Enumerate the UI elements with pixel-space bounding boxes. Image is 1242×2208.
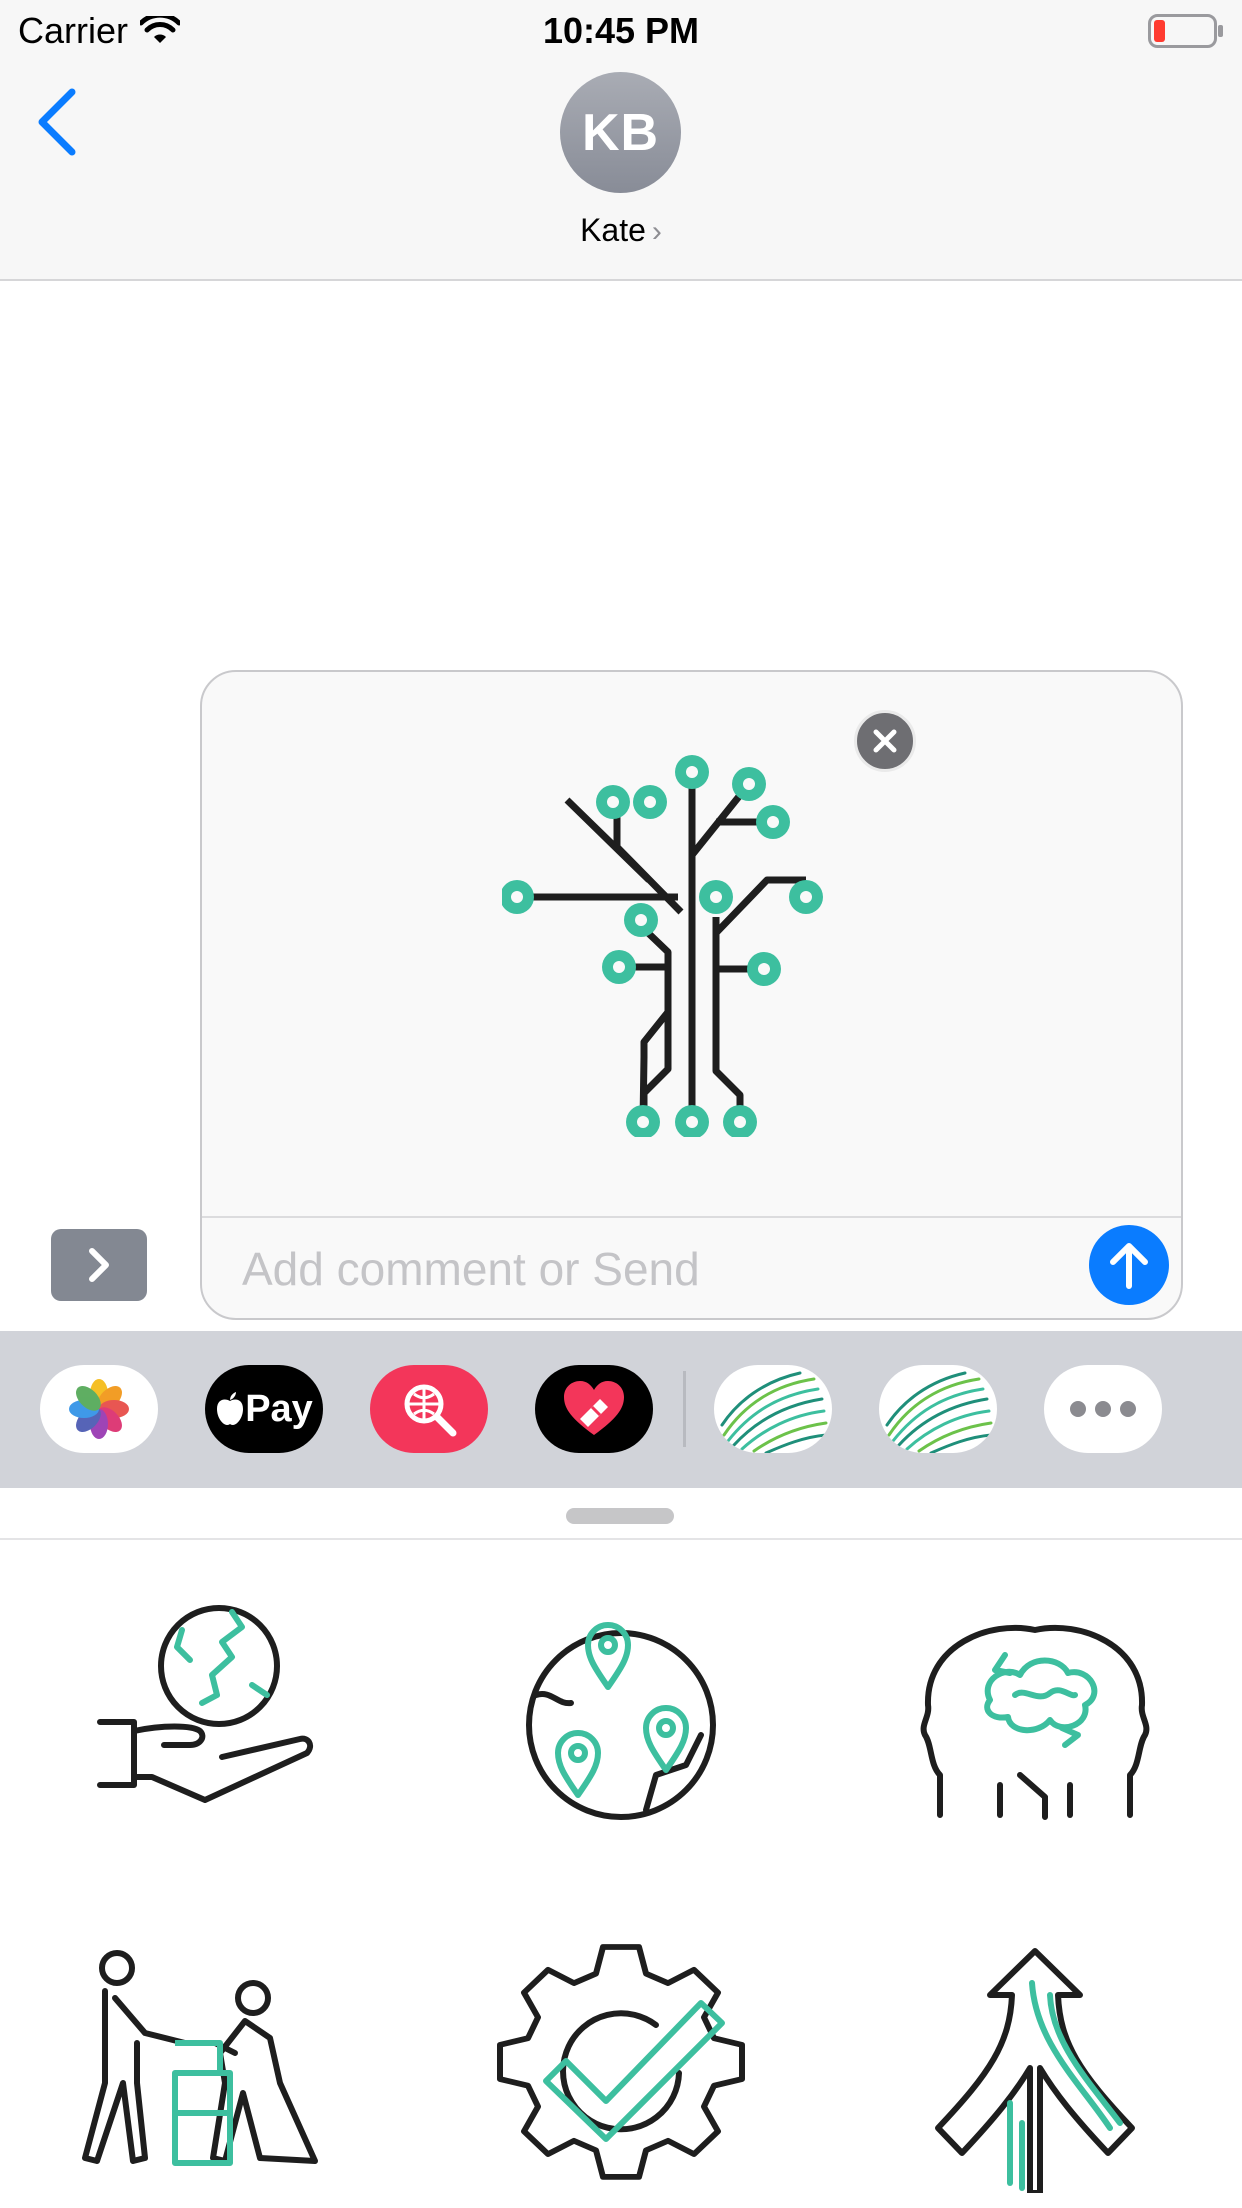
- chevron-left-icon: [38, 88, 76, 156]
- fingerprint-sticker-app-button[interactable]: [714, 1365, 832, 1453]
- conversation-header: Carrier 10:45 PM KB Kate ›: [0, 0, 1242, 281]
- panel-grabber[interactable]: [566, 1508, 674, 1524]
- apple-pay-app-button[interactable]: Pay: [205, 1365, 323, 1453]
- sticker-panel: [0, 1488, 1242, 2208]
- gear-checkmark-sticker[interactable]: [496, 1943, 746, 2193]
- search-globe-icon: [404, 1384, 457, 1437]
- app-drawer-separator: [683, 1371, 686, 1447]
- expand-apps-button[interactable]: [51, 1229, 147, 1301]
- search-globe-app-button[interactable]: [370, 1365, 488, 1453]
- back-button[interactable]: [30, 80, 90, 160]
- more-icon: [1070, 1401, 1136, 1417]
- battery-low-icon: [1148, 14, 1223, 48]
- hand-holding-globe-sticker[interactable]: [82, 1585, 332, 1835]
- panel-divider: [0, 1538, 1242, 1540]
- two-heads-brain-sticker[interactable]: [910, 1585, 1160, 1835]
- remove-attachment-button[interactable]: [854, 710, 916, 772]
- circuit-tree-sticker: [502, 755, 823, 1137]
- contact-avatar[interactable]: KB: [560, 72, 681, 193]
- fingerprint-sticker-app-icon: [885, 1371, 993, 1453]
- close-icon: [873, 729, 897, 753]
- status-time: 10:45 PM: [542, 10, 700, 51]
- people-moving-boxes-sticker[interactable]: [75, 1943, 325, 2193]
- globe-location-pins-sticker[interactable]: [496, 1585, 746, 1835]
- apple-pay-icon: Pay: [215, 1388, 313, 1431]
- compose-divider: [202, 1216, 1181, 1218]
- apple-logo-icon: [217, 1392, 244, 1425]
- apple-pay-label: Pay: [245, 1387, 313, 1430]
- app-drawer: Pay: [0, 1331, 1242, 1488]
- photos-icon: [69, 1379, 129, 1439]
- heart-app-icon: [564, 1381, 624, 1435]
- arrow-up-icon: [1110, 1243, 1148, 1289]
- chevron-right-icon: [89, 1248, 109, 1282]
- contact-name-button[interactable]: Kate ›: [0, 210, 1242, 252]
- fingerprint-sticker-app-icon: [720, 1371, 828, 1453]
- heart-app-button[interactable]: [535, 1365, 653, 1453]
- comment-input[interactable]: [240, 1228, 1064, 1310]
- contact-name: Kate: [580, 212, 646, 248]
- merging-arrows-sticker[interactable]: [910, 1943, 1160, 2193]
- fingerprint-sticker-app-button-2[interactable]: [879, 1365, 997, 1453]
- chevron-right-icon: ›: [651, 215, 662, 248]
- more-apps-button[interactable]: [1044, 1365, 1162, 1453]
- send-button[interactable]: [1089, 1225, 1169, 1305]
- photos-app-button[interactable]: [40, 1365, 158, 1453]
- attachment-preview: [202, 672, 1181, 1216]
- avatar-initials: KB: [581, 103, 660, 162]
- compose-field: [200, 670, 1183, 1320]
